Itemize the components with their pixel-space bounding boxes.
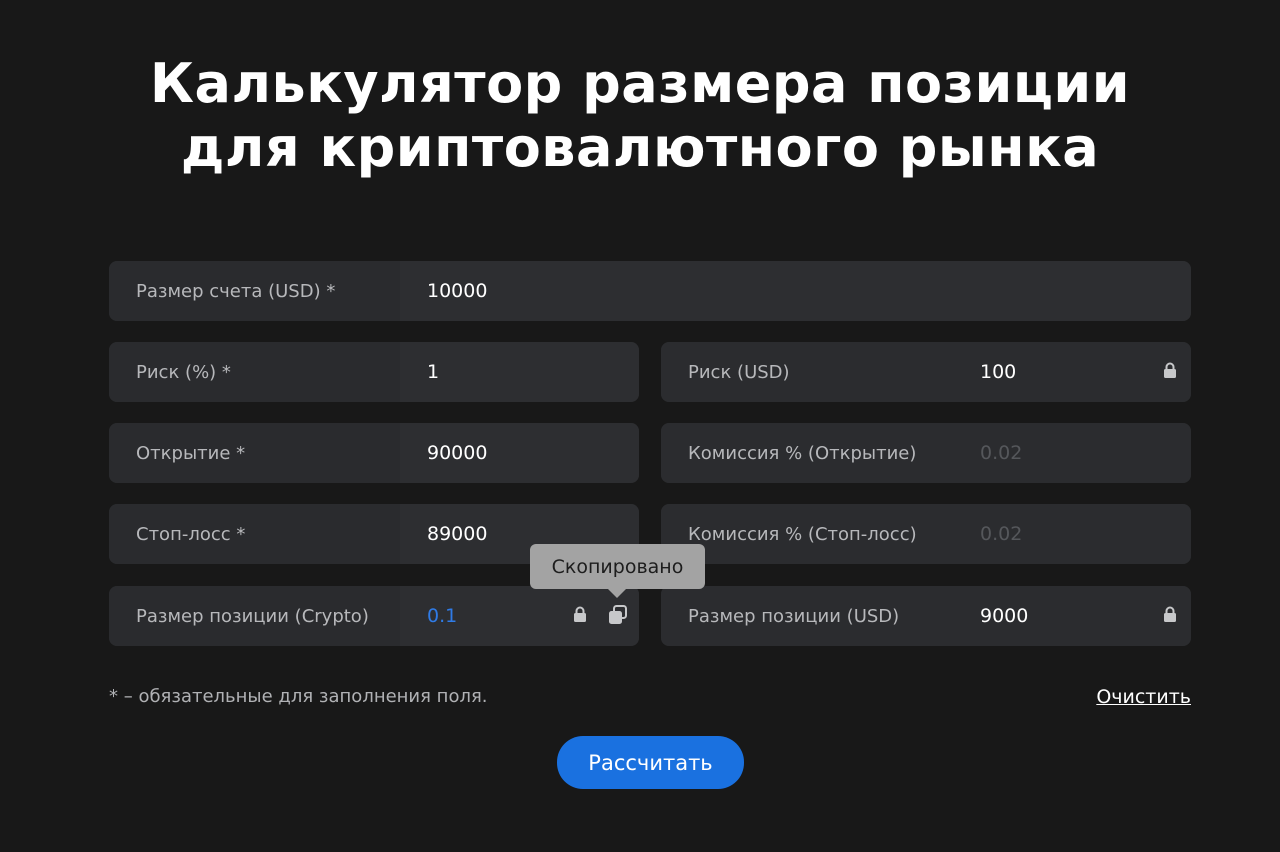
page-title-line-2: для криптовалютного рынка xyxy=(180,116,1100,179)
position-crypto-field: Размер позиции (Crypto) 0.1 xyxy=(109,586,639,646)
commission-open-field: Комиссия % (Открытие) 0.02 xyxy=(661,423,1191,483)
lock-icon xyxy=(1163,362,1177,378)
risk-usd-label: Риск (USD) xyxy=(661,342,953,402)
position-usd-output: 9000 xyxy=(953,586,1191,646)
account-size-input[interactable]: 10000 xyxy=(400,261,1191,321)
position-crypto-label: Размер позиции (Crypto) xyxy=(109,586,400,646)
required-fields-note: * – обязательные для заполнения поля. xyxy=(109,686,488,707)
clear-link[interactable]: Очистить xyxy=(1096,686,1191,708)
risk-percent-field: Риск (%) * 1 xyxy=(109,342,639,402)
open-input[interactable]: 90000 xyxy=(400,423,639,483)
copy-icon[interactable] xyxy=(608,605,628,625)
page-title: Калькулятор размера позиции для криптова… xyxy=(0,52,1280,180)
page-title-line-1: Калькулятор размера позиции xyxy=(149,52,1131,115)
commission-open-label: Комиссия % (Открытие) xyxy=(661,423,953,483)
position-usd-field: Размер позиции (USD) 9000 xyxy=(661,586,1191,646)
commission-stop-field: Комиссия % (Стоп-лосс) 0.02 xyxy=(661,504,1191,564)
risk-percent-input[interactable]: 1 xyxy=(400,342,639,402)
copied-tooltip-text: Скопировано xyxy=(551,555,684,578)
calculate-button[interactable]: Рассчитать xyxy=(557,736,744,789)
account-size-field: Размер счета (USD) * 10000 xyxy=(109,261,1191,321)
commission-stop-input[interactable]: 0.02 xyxy=(953,504,1191,564)
stop-loss-label: Стоп-лосс * xyxy=(109,504,400,564)
risk-usd-field: Риск (USD) 100 xyxy=(661,342,1191,402)
open-label: Открытие * xyxy=(109,423,400,483)
lock-icon xyxy=(573,606,587,622)
position-usd-label: Размер позиции (USD) xyxy=(661,586,953,646)
risk-percent-label: Риск (%) * xyxy=(109,342,400,402)
account-size-label: Размер счета (USD) * xyxy=(109,261,400,321)
copied-tooltip: Скопировано xyxy=(530,544,705,598)
risk-usd-output: 100 xyxy=(953,342,1191,402)
commission-open-input[interactable]: 0.02 xyxy=(953,423,1191,483)
lock-icon xyxy=(1163,606,1177,622)
position-crypto-output: 0.1 xyxy=(400,586,639,646)
open-field: Открытие * 90000 xyxy=(109,423,639,483)
